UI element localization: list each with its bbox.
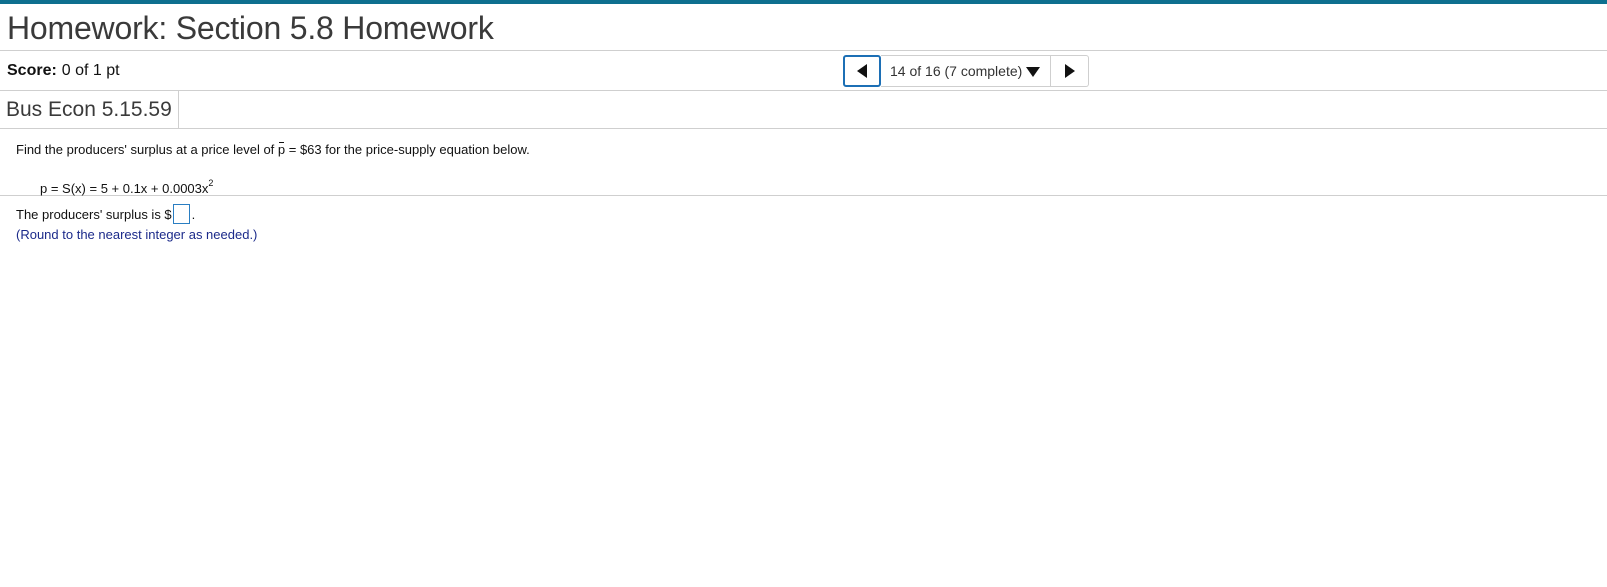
answer-prefix: The producers' surplus is $ (16, 206, 172, 222)
answer-line: The producers' surplus is $ . (16, 204, 1607, 224)
price-p-bar: p (277, 142, 286, 157)
question-navigator: 14 of 16 (7 complete) (843, 55, 1089, 87)
question-prompt: Find the producers' surplus at a price l… (16, 141, 1607, 159)
prompt-text-before: Find the producers' surplus at a price l… (16, 142, 278, 157)
equation-main: p = S(x) = 5 + 0.1x + 0.0003x (40, 181, 209, 196)
previous-question-button[interactable] (843, 55, 881, 87)
triangle-left-icon (857, 64, 867, 78)
rounding-hint: (Round to the nearest integer as needed.… (16, 227, 258, 242)
triangle-right-icon (1064, 64, 1075, 78)
question-id: Bus Econ 5.15.59 (0, 91, 179, 128)
score-label: Score: (7, 62, 57, 79)
price-supply-equation: p = S(x) = 5 + 0.1x + 0.0003x2 (16, 174, 1607, 196)
question-body: Find the producers' surplus at a price l… (0, 129, 1607, 243)
next-question-button[interactable] (1051, 55, 1089, 87)
question-progress-text: 14 of 16 (7 complete) (890, 63, 1023, 79)
score: Score: 0 of 1 pt (7, 51, 120, 91)
triangle-down-icon (1026, 66, 1041, 77)
divider (0, 195, 1607, 196)
answer-suffix: . (191, 206, 196, 222)
question-id-row: Bus Econ 5.15.59 (0, 91, 1607, 129)
score-value: 0 of 1 pt (61, 62, 120, 79)
page-title: Homework: Section 5.8 Homework (7, 9, 494, 46)
title-row: Homework: Section 5.8 Homework (0, 4, 1607, 51)
question-progress-dropdown[interactable]: 14 of 16 (7 complete) (881, 55, 1051, 87)
score-row: Score: 0 of 1 pt 14 of 16 (7 complete) (0, 51, 1607, 91)
prompt-text-after: = $63 for the price-supply equation belo… (285, 142, 530, 157)
equation-exponent: 2 (208, 178, 214, 188)
answer-input[interactable] (172, 204, 190, 224)
